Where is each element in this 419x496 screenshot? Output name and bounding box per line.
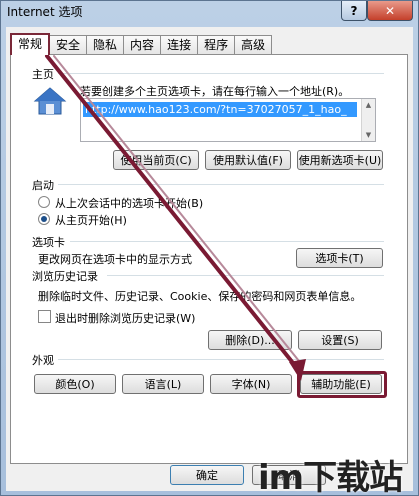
delete-on-exit-checkbox[interactable] xyxy=(38,310,51,323)
tabs-divider xyxy=(70,241,384,242)
languages-button[interactable]: 语言(L) xyxy=(122,374,204,394)
accessibility-highlight xyxy=(297,371,387,398)
appearance-heading: 外观 xyxy=(32,354,54,367)
fonts-button[interactable]: 字体(N) xyxy=(210,374,292,394)
ok-button[interactable]: 确定 xyxy=(170,465,244,485)
tab-connections[interactable]: 连接 xyxy=(160,35,199,55)
use-current-button[interactable]: 使用当前页(C) xyxy=(113,150,199,170)
delete-history-button[interactable]: 删除(D)... xyxy=(208,330,292,350)
startup-last-session-radio[interactable] xyxy=(38,196,50,208)
close-button[interactable]: ✕ xyxy=(367,1,413,21)
delete-on-exit-label: 退出时删除浏览历史记录(W) xyxy=(55,312,196,325)
use-new-tab-button[interactable]: 使用新选项卡(U) xyxy=(297,150,383,170)
tabs-description: 更改网页在选项卡中的显示方式 xyxy=(38,253,192,266)
tabs-heading: 选项卡 xyxy=(32,236,65,249)
title-bar[interactable]: Internet 选项 ? ✕ xyxy=(1,1,418,27)
colors-button[interactable]: 颜色(O) xyxy=(34,374,116,394)
tabs-settings-button[interactable]: 选项卡(T) xyxy=(296,248,383,268)
url-scrollbar[interactable]: ▲ ▼ xyxy=(361,99,375,141)
site-watermark: im下载站 xyxy=(258,458,403,496)
tab-advanced[interactable]: 高级 xyxy=(234,35,273,55)
tab-security[interactable]: 安全 xyxy=(49,35,88,55)
home-url-textarea[interactable]: http://www.hao123.com/?tn=37027057_1_hao… xyxy=(80,98,376,142)
tab-programs[interactable]: 程序 xyxy=(197,35,236,55)
startup-last-session-label: 从上次会话中的选项卡开始(B) xyxy=(55,197,204,210)
home-divider xyxy=(58,73,384,74)
tab-general[interactable]: 常规 xyxy=(10,33,51,55)
scroll-down-icon[interactable]: ▼ xyxy=(362,129,375,141)
history-description: 删除临时文件、历史记录、Cookie、保存的密码和网页表单信息。 xyxy=(38,290,362,303)
history-heading: 浏览历史记录 xyxy=(32,270,98,283)
scroll-up-icon[interactable]: ▲ xyxy=(362,99,375,111)
appearance-divider xyxy=(58,359,384,360)
home-url-selection: http://www.hao123.com/?tn=37027057_1_hao… xyxy=(83,102,357,117)
tab-strip: 常规 安全 隐私 内容 连接 程序 高级 xyxy=(10,33,273,55)
use-default-button[interactable]: 使用默认值(F) xyxy=(205,150,291,170)
startup-divider xyxy=(58,184,384,185)
startup-home-label: 从主页开始(H) xyxy=(55,214,127,227)
startup-heading: 启动 xyxy=(32,179,54,192)
home-icon xyxy=(33,87,67,115)
home-heading: 主页 xyxy=(32,68,54,81)
tab-content[interactable]: 内容 xyxy=(123,35,162,55)
window-title: Internet 选项 xyxy=(7,5,83,19)
help-button[interactable]: ? xyxy=(341,1,367,21)
history-settings-button[interactable]: 设置(S) xyxy=(298,330,382,350)
tab-privacy[interactable]: 隐私 xyxy=(86,35,125,55)
startup-home-radio[interactable] xyxy=(38,213,50,225)
history-divider xyxy=(107,275,384,276)
home-description: 若要创建多个主页选项卡，请在每行输入一个地址(R)。 xyxy=(80,85,350,98)
